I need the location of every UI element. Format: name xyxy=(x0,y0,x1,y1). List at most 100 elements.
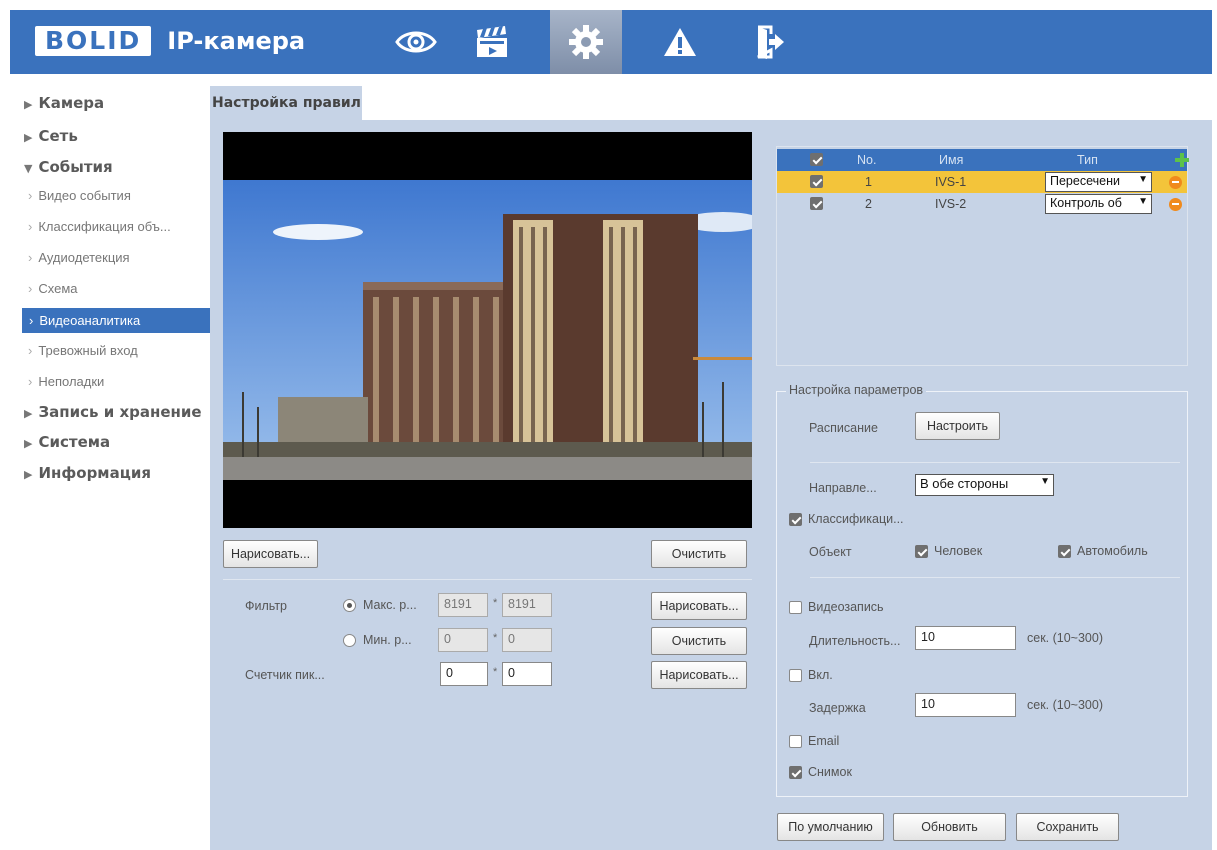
logo-text: IP-камера xyxy=(167,27,306,55)
duration-label: Длительность... xyxy=(809,634,901,648)
rule-checkbox[interactable] xyxy=(810,175,823,188)
nav-settings[interactable] xyxy=(550,10,622,74)
enable-checkbox[interactable] xyxy=(789,669,802,682)
remove-rule-icon[interactable] xyxy=(1169,198,1182,211)
divider xyxy=(223,579,752,580)
sidebar-item-scheme[interactable]: › Схема xyxy=(28,281,218,296)
nav-playback[interactable] xyxy=(456,10,528,74)
chevron-down-icon: ▼ xyxy=(1138,174,1148,185)
duration-input[interactable]: 10 xyxy=(915,626,1016,650)
rule-type-select[interactable]: Пересечени ▼ xyxy=(1045,172,1152,192)
col-type: Тип xyxy=(1077,153,1098,167)
chevron-right-icon: › xyxy=(28,343,33,358)
snapshot-checkbox[interactable] xyxy=(789,766,802,779)
default-button[interactable]: По умолчанию xyxy=(777,813,884,841)
delay-hint: сек. (10~300) xyxy=(1027,698,1104,712)
rules-table-header: No. Имя Тип xyxy=(777,149,1189,171)
size-separator: * xyxy=(493,666,498,678)
filter-draw-button[interactable]: Нарисовать... xyxy=(651,592,747,620)
filter-min-radio[interactable] xyxy=(343,634,356,647)
pixel-counter-width-input[interactable]: 0 xyxy=(440,662,488,686)
sidebar-item-faults[interactable]: › Неполадки xyxy=(28,374,218,389)
size-separator: * xyxy=(493,632,498,644)
triangle-right-icon: ▶ xyxy=(24,131,33,144)
rule-no: 1 xyxy=(865,175,872,189)
tab-bar: Настройка правил xyxy=(210,74,1212,120)
filter-max-width-input[interactable]: 8191 xyxy=(438,593,488,617)
rule-row[interactable]: 1 IVS-1 Пересечени ▼ xyxy=(777,171,1187,193)
direction-label: Направле... xyxy=(809,481,877,495)
record-checkbox[interactable] xyxy=(789,601,802,614)
snapshot-label: Снимок xyxy=(808,765,852,779)
video-preview[interactable] xyxy=(223,132,752,528)
triangle-down-icon: ▼ xyxy=(24,162,33,175)
filter-label: Фильтр xyxy=(245,599,287,613)
sidebar-item-video-events[interactable]: › Видео события xyxy=(28,188,218,203)
classification-checkbox[interactable] xyxy=(789,513,802,526)
size-separator: * xyxy=(493,597,498,609)
filter-min-width-input[interactable]: 0 xyxy=(438,628,488,652)
menu-system[interactable]: ▶ Система xyxy=(24,433,110,451)
col-no: No. xyxy=(857,153,877,167)
sidebar: ▶ Камера ▶ Сеть ▼ События › Видео события › К… xyxy=(10,74,220,850)
enable-label: Вкл. xyxy=(808,668,833,682)
duration-hint: сек. (10~300) xyxy=(1027,631,1104,645)
object-label: Объект xyxy=(809,545,852,559)
chevron-right-icon: › xyxy=(28,281,33,296)
rule-checkbox[interactable] xyxy=(810,197,823,210)
email-checkbox[interactable] xyxy=(789,735,802,748)
chevron-right-icon: › xyxy=(28,250,33,265)
vehicle-label: Автомобиль xyxy=(1077,544,1148,558)
sidebar-item-alarm-input[interactable]: › Тревожный вход xyxy=(28,343,218,358)
add-rule-icon[interactable] xyxy=(1175,153,1189,167)
nav-logout[interactable] xyxy=(734,10,806,74)
chevron-right-icon: › xyxy=(29,313,34,328)
refresh-button[interactable]: Обновить xyxy=(893,813,1006,841)
menu-events[interactable]: ▼ События xyxy=(24,158,113,176)
human-label: Человек xyxy=(934,544,983,558)
filter-min-height-input[interactable]: 0 xyxy=(502,628,552,652)
rule-row[interactable]: 2 IVS-2 Контроль об ▼ xyxy=(777,193,1187,215)
human-checkbox[interactable] xyxy=(915,545,928,558)
sidebar-item-object-classification[interactable]: › Классификация объ... xyxy=(28,219,218,234)
filter-max-label: Макс. р... xyxy=(363,598,417,612)
classification-label: Классификаци... xyxy=(808,512,904,526)
col-name: Имя xyxy=(939,153,964,167)
divider xyxy=(810,462,1180,463)
direction-select[interactable]: В обе стороны ▼ xyxy=(915,474,1054,496)
rule-type-select[interactable]: Контроль об ▼ xyxy=(1045,194,1152,214)
vehicle-checkbox[interactable] xyxy=(1058,545,1071,558)
nav-live-view[interactable] xyxy=(380,10,452,74)
draw-rule-button[interactable]: Нарисовать... xyxy=(223,540,318,568)
triangle-right-icon: ▶ xyxy=(24,407,33,420)
remove-rule-icon[interactable] xyxy=(1169,176,1182,189)
clear-rule-button[interactable]: Очистить xyxy=(651,540,747,568)
pixel-counter-draw-button[interactable]: Нарисовать... xyxy=(651,661,747,689)
nav-alarm[interactable] xyxy=(644,10,716,74)
filter-clear-button[interactable]: Очистить xyxy=(651,627,747,655)
menu-information[interactable]: ▶ Информация xyxy=(24,464,151,482)
filter-max-height-input[interactable]: 8191 xyxy=(502,593,552,617)
select-all-checkbox[interactable] xyxy=(810,153,823,166)
exit-icon xyxy=(757,25,784,59)
sidebar-item-video-analytics[interactable]: › Видеоаналитика xyxy=(22,308,220,333)
delay-input[interactable]: 10 xyxy=(915,693,1016,717)
save-button[interactable]: Сохранить xyxy=(1016,813,1119,841)
logo: BOLID IP-камера xyxy=(35,26,305,56)
menu-recording-storage[interactable]: ▶ Запись и хранение xyxy=(24,403,202,421)
filter-max-radio[interactable] xyxy=(343,599,356,612)
delay-label: Задержка xyxy=(809,701,866,715)
warning-icon xyxy=(664,28,696,56)
gear-icon xyxy=(569,25,603,59)
menu-camera[interactable]: ▶ Камера xyxy=(24,94,104,112)
schedule-setup-button[interactable]: Настроить xyxy=(915,412,1000,440)
divider xyxy=(810,577,1180,578)
pixel-counter-height-input[interactable]: 0 xyxy=(502,662,552,686)
chevron-right-icon: › xyxy=(28,219,33,234)
sidebar-item-audio-detection[interactable]: › Аудиодетекция xyxy=(28,250,218,265)
rule-no: 2 xyxy=(865,197,872,211)
camera-image xyxy=(223,180,752,480)
menu-network[interactable]: ▶ Сеть xyxy=(24,127,78,145)
chevron-right-icon: › xyxy=(28,374,33,389)
tab-rule-settings[interactable]: Настройка правил xyxy=(210,86,362,120)
